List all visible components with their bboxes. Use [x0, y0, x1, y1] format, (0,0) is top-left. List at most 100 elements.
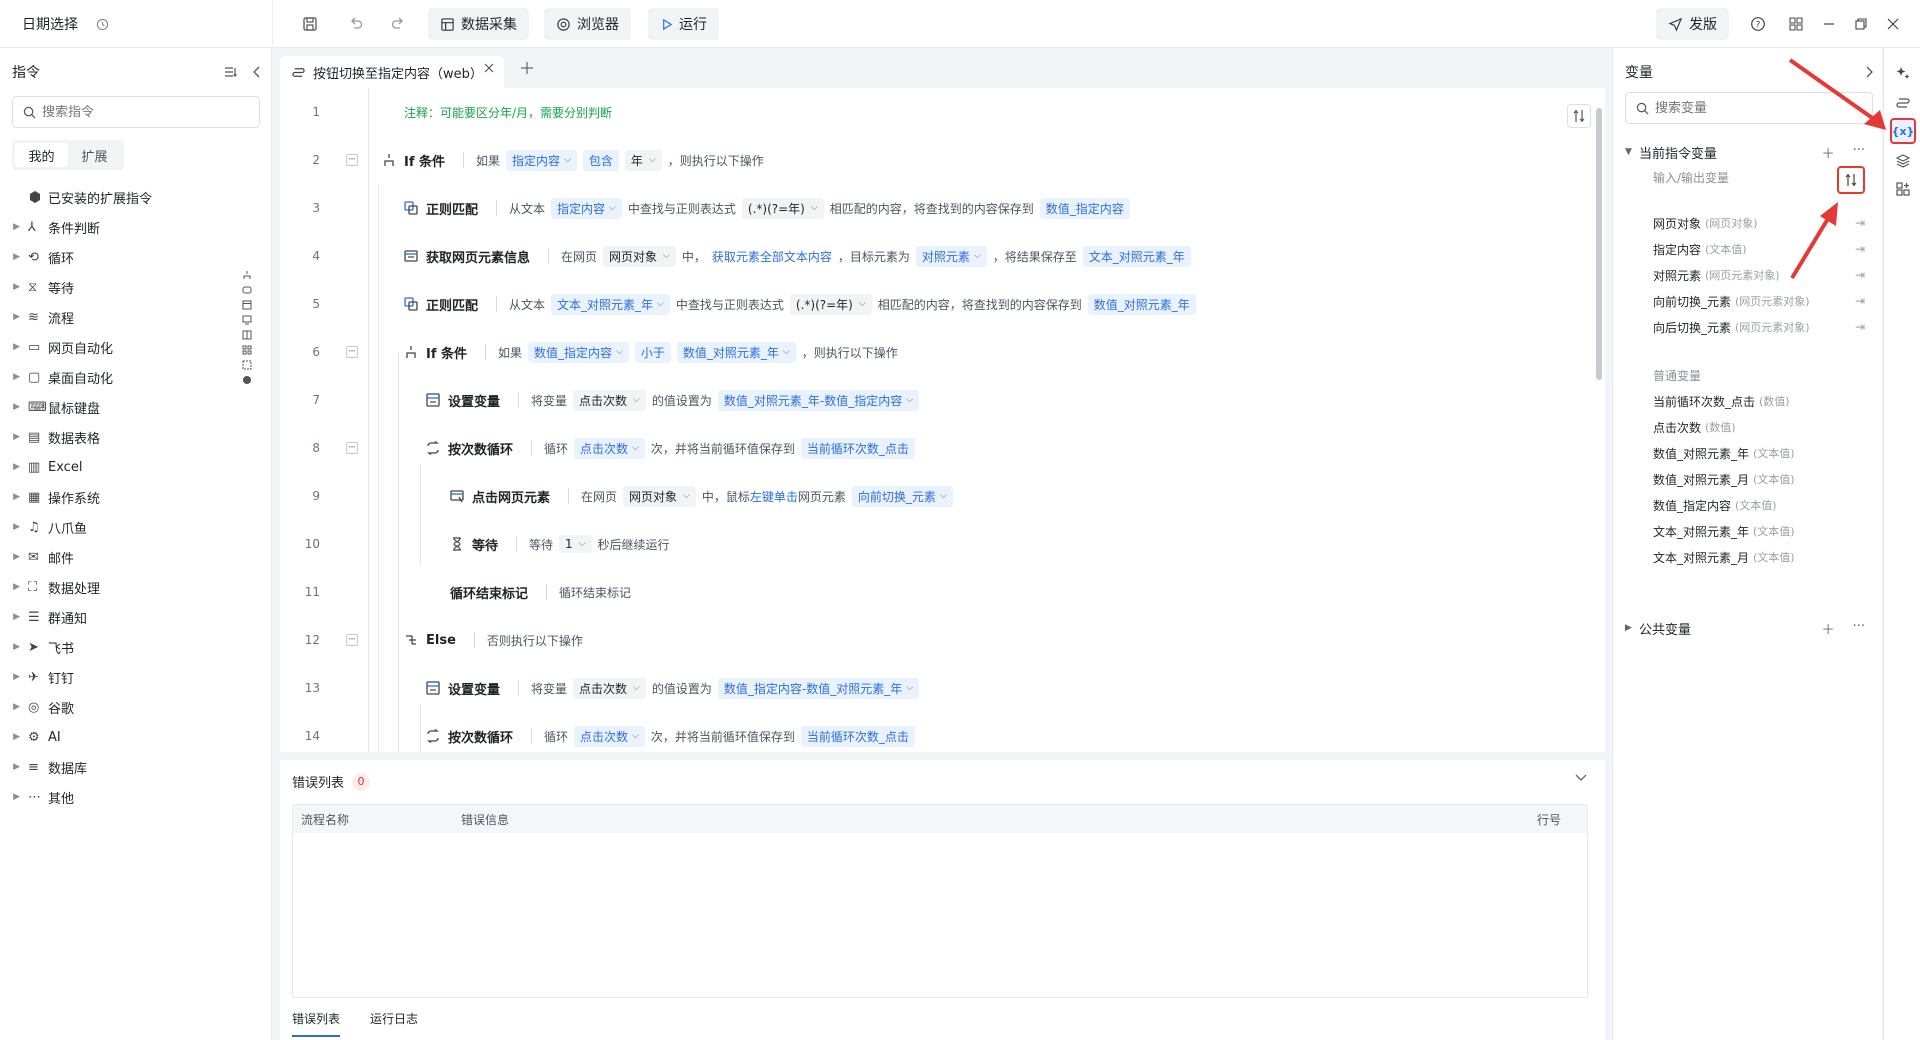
- command-category-data-table[interactable]: ▶ ▤ 数据表格: [0, 422, 240, 452]
- command-search-box[interactable]: [12, 96, 260, 128]
- param-value[interactable]: (.*)(?=年) ⌵: [789, 293, 872, 315]
- command-category-ai[interactable]: ▶ ⚙ AI: [0, 722, 240, 752]
- more-icon[interactable]: ···: [1853, 619, 1865, 638]
- command-category-other[interactable]: ▶ ⋯ 其他: [0, 782, 240, 812]
- variable-item[interactable]: 数值_对照元素_月 (文本值): [1653, 468, 1873, 490]
- param-value[interactable]: 数值_对照元素_年: [1087, 293, 1196, 315]
- command-category-excel[interactable]: ▶ ▥ Excel: [0, 452, 240, 482]
- param-link[interactable]: 获取元素全部文本内容: [712, 248, 832, 265]
- flow-line[interactable]: 8 − 按次数循环 循环 点击次数 ⌵ 次，并将当前循环值保存到 当前循环次数_点…: [280, 424, 1605, 472]
- add-icon[interactable]: ＋: [1822, 619, 1835, 638]
- command-category-desktop-automation[interactable]: ▶ ▢ 桌面自动化: [0, 362, 240, 392]
- variable-item[interactable]: 当前循环次数_点击 (数值): [1653, 390, 1873, 412]
- param-value[interactable]: 指定内容 ⌵: [551, 197, 622, 219]
- command-category-bazhuayu[interactable]: ▶ ♫ 八爪鱼: [0, 512, 240, 542]
- tab-mine[interactable]: 我的: [15, 143, 68, 167]
- apps-grid-icon[interactable]: [1782, 10, 1810, 38]
- param-value[interactable]: 指定内容 ⌵: [506, 149, 577, 171]
- param-value[interactable]: 网页对象 ⌵: [623, 485, 696, 507]
- variable-item[interactable]: 数值_指定内容 (文本值): [1653, 494, 1873, 516]
- param-value[interactable]: 对照元素 ⌵: [915, 245, 987, 267]
- add-tab-icon[interactable]: [520, 61, 534, 75]
- redo-icon[interactable]: [384, 10, 412, 38]
- components-icon[interactable]: [1890, 176, 1916, 202]
- flow-icon[interactable]: [1890, 90, 1916, 116]
- variable-item[interactable]: 点击次数 (数值): [1653, 416, 1873, 438]
- param-value[interactable]: 1 ⌵: [559, 535, 592, 553]
- param-value[interactable]: (.*)(?=年) ⌵: [741, 197, 824, 219]
- insert-variable-icon[interactable]: ⇥: [1855, 216, 1865, 230]
- flow-line[interactable]: 7 设置变量 将变量 点击次数 ⌵ 的值设置为 数值_对照元素_年-数值_指定内容…: [280, 376, 1605, 424]
- command-category-loop[interactable]: ▶ ⟲ 循环: [0, 242, 240, 272]
- command-category-mouse-keyboard[interactable]: ▶ ⌨ 鼠标键盘: [0, 392, 240, 422]
- collapse-all-icon[interactable]: [224, 65, 238, 79]
- editor-scrollbar[interactable]: [1596, 108, 1602, 380]
- command-category-condition[interactable]: ▶ ⅄ 条件判断: [0, 212, 240, 242]
- command-category-group-notify[interactable]: ▶ ☰ 群通知: [0, 602, 240, 632]
- help-icon[interactable]: ?: [1744, 10, 1772, 38]
- chevron-left-icon[interactable]: [252, 66, 262, 78]
- flow-line[interactable]: 14 按次数循环 循环 点击次数 ⌵ 次，并将当前循环值保存到 当前循环次数_点击: [280, 712, 1605, 752]
- insert-variable-icon[interactable]: ⇥: [1855, 242, 1865, 256]
- more-icon[interactable]: ···: [1853, 143, 1865, 162]
- param-value[interactable]: 数值_指定内容 ⌵: [528, 341, 629, 363]
- flow-line[interactable]: 2 − If 条件 如果 指定内容 ⌵ 包含 年 ⌵ ，则执行以下操作: [280, 136, 1605, 184]
- history-icon[interactable]: [96, 18, 109, 31]
- variable-item[interactable]: 向前切换_元素 (网页元素对象) ⇥: [1653, 290, 1873, 312]
- minimize-icon[interactable]: [1815, 10, 1843, 38]
- flow-line[interactable]: 3 正则匹配 从文本 指定内容 ⌵ 中查找与正则表达式 (.*)(?=年) ⌵ 相匹…: [280, 184, 1605, 232]
- variable-item[interactable]: 文本_对照元素_月 (文本值): [1653, 546, 1873, 568]
- restore-icon[interactable]: [1847, 10, 1875, 38]
- param-value[interactable]: 数值_对照元素_年 ⌵: [676, 341, 796, 363]
- variable-item[interactable]: 网页对象 (网页对象) ⇥: [1653, 212, 1873, 234]
- param-value[interactable]: 点击次数 ⌵: [574, 437, 645, 459]
- variable-item[interactable]: 对照元素 (网页元素对象) ⇥: [1653, 264, 1873, 286]
- flow-line[interactable]: 1 注释：可能要区分年/月，需要分别判断: [280, 88, 1605, 136]
- save-icon[interactable]: [296, 10, 324, 38]
- command-category-feishu[interactable]: ▶ ➤ 飞书: [0, 632, 240, 662]
- installed-extensions-item[interactable]: 已安装的扩展指令: [0, 182, 240, 212]
- command-category-database[interactable]: ▶ ≡ 数据库: [0, 752, 240, 782]
- variable-item[interactable]: 指定内容 (文本值) ⇥: [1653, 238, 1873, 260]
- param-value[interactable]: 点击次数 ⌵: [573, 677, 646, 699]
- param-operator[interactable]: 包含: [582, 149, 619, 171]
- collapse-toggle[interactable]: −: [346, 442, 358, 454]
- param-value[interactable]: 文本_对照元素_年: [1082, 245, 1191, 267]
- variable-icon[interactable]: {x}: [1890, 118, 1916, 144]
- data-collect-button[interactable]: 数据采集: [428, 8, 529, 40]
- tab-error-list[interactable]: 错误列表: [292, 1010, 341, 1037]
- command-category-wait[interactable]: ▶ ⧖ 等待: [0, 272, 240, 302]
- command-category-web-automation[interactable]: ▶ ▭ 网页自动化: [0, 332, 240, 362]
- flow-line[interactable]: 4 获取网页元素信息 在网页 网页对象 ⌵ 中， 获取元素全部文本内容 ，目标元素…: [280, 232, 1605, 280]
- param-value[interactable]: 向前切换_元素 ⌵: [851, 485, 953, 507]
- variable-search-input[interactable]: [1655, 100, 1855, 116]
- param-value[interactable]: 点击次数 ⌵: [573, 389, 646, 411]
- close-icon[interactable]: [1879, 10, 1907, 38]
- ai-sparkle-icon[interactable]: [1890, 60, 1916, 86]
- command-category-os[interactable]: ▶ ▦ 操作系统: [0, 482, 240, 512]
- browser-button[interactable]: 浏览器: [544, 8, 631, 40]
- command-category-google[interactable]: ▶ ◎ 谷歌: [0, 692, 240, 722]
- flow-line[interactable]: 6 − If 条件 如果 数值_指定内容 ⌵ 小于 数值_对照元素_年 ⌵ ，则执行…: [280, 328, 1605, 376]
- tab-close-icon[interactable]: [484, 63, 494, 73]
- param-value[interactable]: 数值_指定内容: [1039, 197, 1130, 219]
- layers-icon[interactable]: [1890, 148, 1916, 174]
- command-category-mail[interactable]: ▶ ✉ 邮件: [0, 542, 240, 572]
- param-value[interactable]: 当前循环次数_点击: [800, 725, 915, 747]
- chevron-down-icon[interactable]: [1575, 774, 1587, 782]
- variable-item[interactable]: 文本_对照元素_年 (文本值): [1653, 520, 1873, 542]
- undo-icon[interactable]: [342, 10, 370, 38]
- param-value[interactable]: 数值_指定内容-数值_对照元素_年 ⌵: [717, 677, 920, 699]
- flow-line[interactable]: 13 设置变量 将变量 点击次数 ⌵ 的值设置为 数值_指定内容-数值_对照元素_…: [280, 664, 1605, 712]
- document-tab[interactable]: 按钮切换至指定内容（web）: [280, 56, 504, 88]
- current-vars-group[interactable]: ▼ 当前指令变量 ＋ ···: [1625, 140, 1873, 164]
- flow-line[interactable]: 9 点击网页元素 在网页 网页对象 ⌵ 中，鼠标 左键单击 网页元素 向前切换_元…: [280, 472, 1605, 520]
- io-settings-button[interactable]: [1837, 166, 1865, 194]
- command-search-input[interactable]: [42, 104, 242, 120]
- grid-icon[interactable]: [242, 345, 252, 355]
- param-value[interactable]: 当前循环次数_点击: [800, 437, 915, 459]
- variable-item[interactable]: 数值_对照元素_年 (文本值): [1653, 442, 1873, 464]
- data-process-icon[interactable]: [242, 360, 252, 370]
- variable-item[interactable]: 向后切换_元素 (网页元素对象) ⇥: [1653, 316, 1873, 338]
- insert-variable-icon[interactable]: ⇥: [1855, 320, 1865, 334]
